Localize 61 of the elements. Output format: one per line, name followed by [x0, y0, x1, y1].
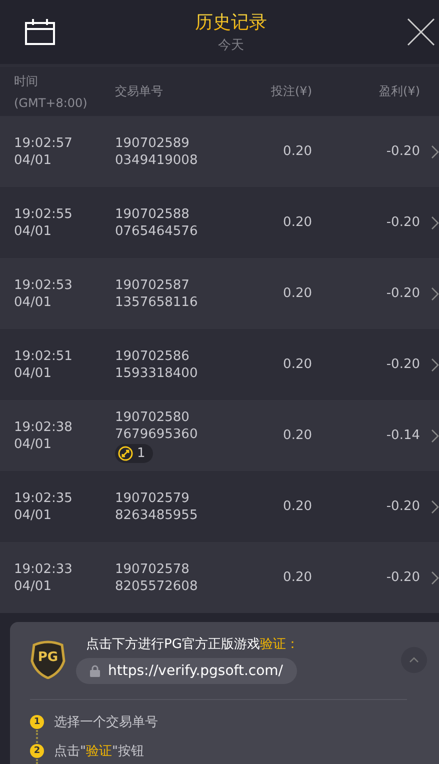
bet-amount: 0.20 — [283, 499, 312, 514]
history-row[interactable]: 19:02:38 04/01 190702580 7679695360 1 0.20 -0.14 — [0, 400, 439, 471]
column-header: 时间 (GMT+8:00) — [14, 73, 88, 110]
chevron-icon[interactable] — [430, 428, 439, 442]
history-row[interactable]: 19:02:55 04/01 190702588 0765464576 0.20 -0.20 — [0, 187, 439, 258]
chevron-icon[interactable] — [430, 570, 439, 584]
profit-amount: -0.20 — [386, 499, 420, 514]
history-row[interactable]: 19:02:53 04/01 190702587 1357658116 0.20 -0.20 — [0, 258, 439, 329]
time-cell-text: 19:02:33 04/01 — [14, 560, 74, 594]
close-icon[interactable] — [407, 18, 435, 46]
lock-icon — [90, 665, 100, 677]
transaction-id: 190702589 0349419008 — [115, 134, 198, 168]
chevron-icon[interactable] — [430, 144, 439, 158]
profit-amount: -0.20 — [386, 357, 420, 372]
profit-amount: -0.14 — [386, 428, 420, 443]
step-text: 点击"验证"按钮 — [54, 743, 144, 760]
verify-instruction: 点击下方进行PG官方正版游戏验证： — [85, 636, 299, 653]
profit-amount: -0.20 — [386, 570, 420, 585]
time-cell-text: 19:02:57 04/01 — [14, 134, 74, 168]
transaction-id: 190702586 1593318400 — [115, 348, 198, 382]
date-filter-label: 今天 — [218, 37, 244, 54]
transaction-id: 190702579 8263485955 — [115, 490, 198, 524]
bet-amount: 0.20 — [283, 286, 312, 301]
step-number: 1 — [30, 715, 44, 729]
time-cell-text: 19:02:35 04/01 — [14, 490, 74, 524]
profit-amount: -0.20 — [386, 215, 420, 230]
step-number: 2 — [30, 744, 44, 758]
column-header: 投注(¥) — [271, 83, 312, 100]
bet-amount: 0.20 — [283, 428, 312, 443]
transaction-id: 190702580 7679695360 — [115, 408, 198, 442]
page-title: 历史记录 — [195, 10, 267, 34]
time-cell-text: 19:02:38 04/01 — [14, 418, 74, 452]
chevron-icon[interactable] — [430, 286, 439, 300]
profit-amount: -0.20 — [386, 144, 420, 159]
free-spin-badge: 1 — [115, 444, 154, 462]
transaction-id: 190702588 0765464576 — [115, 206, 198, 240]
chevron-icon[interactable] — [430, 358, 439, 372]
history-row[interactable]: 19:02:35 04/01 190702579 8263485955 0.20 -0.20 — [0, 471, 439, 542]
column-header: 盈利(¥) — [379, 83, 420, 100]
time-cell-text: 19:02:53 04/01 — [14, 276, 74, 310]
bet-amount: 0.20 — [283, 357, 312, 372]
bet-amount: 0.20 — [283, 570, 312, 585]
history-row[interactable]: 19:02:51 04/01 190702586 1593318400 0.20 -0.20 — [0, 329, 439, 400]
bet-amount: 0.20 — [283, 144, 312, 159]
history-row[interactable]: 19:02:33 04/01 190702578 8205572608 0.20 -0.20 — [0, 542, 439, 613]
chevron-icon[interactable] — [430, 216, 439, 230]
bet-amount: 0.20 — [283, 215, 312, 230]
time-cell-text: 19:02:51 04/01 — [14, 348, 74, 382]
profit-amount: -0.20 — [386, 286, 420, 301]
arrows-icon — [118, 446, 133, 460]
transaction-id: 190702587 1357658116 — [115, 276, 198, 310]
chevron-icon[interactable] — [430, 500, 439, 514]
step-text: 选择一个交易单号 — [54, 714, 158, 731]
transaction-id: 190702578 8205572608 — [115, 560, 198, 594]
chevron-up-icon — [409, 657, 419, 663]
calendar-icon[interactable] — [25, 19, 55, 45]
pg-logo: PG — [30, 639, 66, 679]
verify-link[interactable]: https://verify.pgsoft.com/ — [76, 658, 298, 684]
history-row[interactable]: 19:02:57 04/01 190702589 0349419008 0.20 -0.20 — [0, 116, 439, 187]
column-header: 交易单号 — [115, 83, 164, 100]
time-cell-text: 19:02:55 04/01 — [14, 206, 74, 240]
